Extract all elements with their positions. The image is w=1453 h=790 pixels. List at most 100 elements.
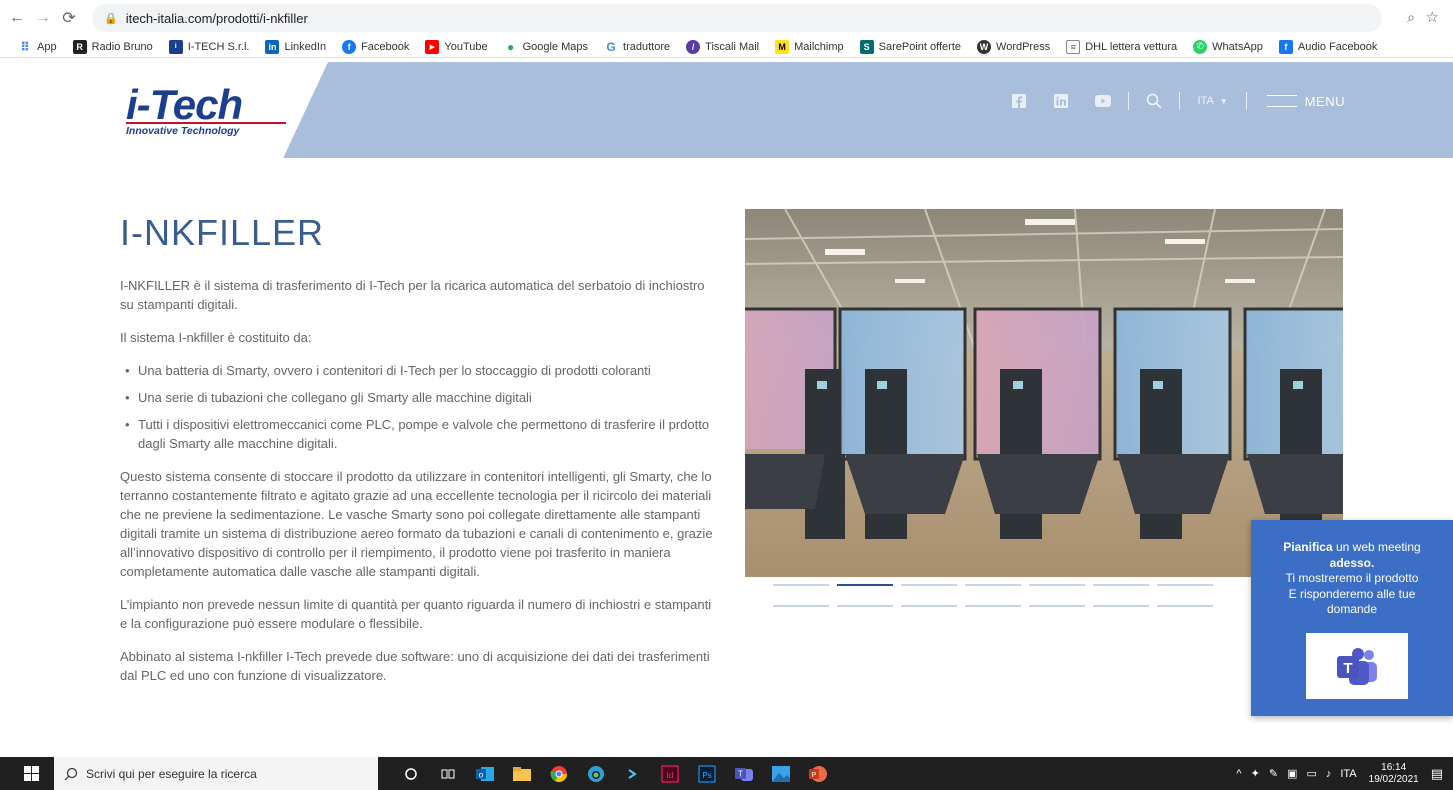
- bookmark-google-maps[interactable]: ● Google Maps: [504, 40, 588, 54]
- back-icon[interactable]: ←: [6, 7, 28, 29]
- header-tools: ITA ▼ MENU: [998, 92, 1346, 110]
- notification-icon[interactable]: ▤: [1431, 766, 1443, 782]
- star-icon[interactable]: ☆: [1426, 8, 1439, 26]
- bookmark-dhl[interactable]: ≡ DHL lettera vettura: [1066, 39, 1177, 54]
- youtube-icon[interactable]: [1094, 93, 1111, 109]
- reload-icon[interactable]: ⟳: [58, 7, 80, 29]
- outlook-icon[interactable]: o: [466, 757, 503, 790]
- bookmark-wordpress[interactable]: W WordPress: [977, 39, 1050, 54]
- bookmark-sarepoint[interactable]: S SarePoint offerte: [859, 39, 961, 54]
- search-icon[interactable]: [1146, 93, 1162, 109]
- chrome-icon[interactable]: [540, 757, 577, 790]
- list-item: Tutti i dispositivi elettromeccanici com…: [120, 415, 720, 453]
- system-paragraph: Questo sistema consente di stoccare il p…: [120, 469, 713, 579]
- carousel-dot-active[interactable]: [837, 584, 893, 586]
- bookmark-tiscali[interactable]: / Tiscali Mail: [686, 39, 759, 54]
- task-view-icon[interactable]: [429, 757, 466, 790]
- carousel-dot[interactable]: [1029, 584, 1085, 586]
- apps-grid-icon: ⠿: [20, 39, 30, 54]
- clock[interactable]: 16:14 19/02/2021: [1369, 762, 1419, 786]
- youtube-icon: ▶: [425, 39, 440, 54]
- browser-toolbar: ← → ⟳ 🔒 itech-italia.com/prodotti/i-nkfi…: [0, 0, 1453, 36]
- terminal-icon[interactable]: [614, 757, 651, 790]
- bookmark-mailchimp[interactable]: M Mailchimp: [775, 39, 844, 54]
- bookmark-youtube[interactable]: ▶ YouTube: [425, 39, 488, 54]
- mailchimp-icon: M: [775, 39, 790, 54]
- itech-icon: i: [168, 39, 183, 54]
- facebook-icon[interactable]: [1011, 93, 1027, 109]
- carousel-dot[interactable]: [773, 605, 829, 607]
- bookmark-facebook[interactable]: f Facebook: [342, 39, 409, 54]
- chevron-up-icon[interactable]: ^: [1236, 768, 1241, 780]
- indicator-row: [773, 605, 1293, 607]
- wordpress-icon: W: [977, 39, 992, 54]
- carousel-dot[interactable]: [1093, 605, 1149, 607]
- carousel-dot[interactable]: [965, 584, 1021, 586]
- system-tray: ^ ✦ ✎ ▣ ▭ ♪ ITA 16:14 19/02/2021 ▤: [1236, 757, 1443, 790]
- edge-icon[interactable]: [577, 757, 614, 790]
- battery-icon[interactable]: ▭: [1306, 767, 1316, 780]
- teams-button[interactable]: T: [1306, 633, 1408, 699]
- bookmark-linkedin[interactable]: in LinkedIn: [265, 39, 326, 54]
- product-description: I-NKFILLER I-NKFILLER è il sistema di tr…: [120, 212, 720, 699]
- bookmark-whatsapp[interactable]: ✆ WhatsApp: [1193, 39, 1263, 54]
- tiscali-icon: /: [686, 39, 701, 54]
- powerpoint-icon[interactable]: P: [799, 757, 836, 790]
- divider: [1245, 92, 1247, 110]
- document-icon: ≡: [1066, 39, 1081, 54]
- bookmark-audio-facebook[interactable]: f Audio Facebook: [1278, 39, 1377, 54]
- network-icon[interactable]: ▣: [1287, 767, 1297, 780]
- cortana-icon[interactable]: [392, 757, 429, 790]
- hamburger-icon: [1266, 95, 1297, 107]
- google-icon: G: [606, 39, 616, 54]
- language-selector[interactable]: ITA ▼: [1198, 95, 1228, 107]
- dropbox-icon[interactable]: ✦: [1251, 767, 1260, 780]
- teams-icon[interactable]: T: [725, 757, 762, 790]
- bookmarks-bar: ⠿ App R Radio Bruno i I-TECH S.r.l. in Linke…: [0, 36, 1453, 58]
- carousel-dot[interactable]: [901, 584, 957, 586]
- logo-underline: [126, 122, 286, 124]
- whatsapp-icon: ✆: [1193, 39, 1208, 54]
- divider: [1178, 92, 1180, 110]
- taskbar-apps: o Id Ps T P: [392, 757, 836, 790]
- widget-line-4: E risponderemo alle tue: [1288, 586, 1416, 601]
- logo[interactable]: i-Tech: [126, 84, 243, 126]
- photoshop-icon[interactable]: Ps: [688, 757, 725, 790]
- components-list: Una batteria di Smarty, ovvero i conteni…: [120, 361, 720, 453]
- list-item: Una batteria di Smarty, ovvero i conteni…: [120, 361, 720, 380]
- zoom-icon[interactable]: ⌕: [1407, 9, 1415, 26]
- linkedin-icon: in: [265, 39, 280, 54]
- svg-text:Id: Id: [666, 771, 673, 780]
- windows-taskbar: Scrivi qui per eseguire la ricerca o Id …: [0, 757, 1453, 790]
- bookmark-apps[interactable]: ⠿ App: [18, 39, 56, 54]
- carousel-dot[interactable]: [1093, 584, 1149, 586]
- taskbar-search[interactable]: Scrivi qui per eseguire la ricerca: [54, 757, 378, 790]
- linkedin-icon[interactable]: [1053, 93, 1069, 109]
- carousel-dot[interactable]: [901, 605, 957, 607]
- indesign-icon[interactable]: Id: [651, 757, 688, 790]
- address-bar[interactable]: 🔒 itech-italia.com/prodotti/i-nkfiller: [92, 4, 1382, 32]
- carousel-indicators: [773, 584, 1293, 626]
- lock-icon: 🔒: [104, 12, 118, 25]
- photos-icon[interactable]: [762, 757, 799, 790]
- carousel-dot[interactable]: [1157, 584, 1213, 586]
- teams-icon: T: [1337, 648, 1377, 685]
- facebook-icon: f: [342, 39, 357, 54]
- windows-start-icon[interactable]: [16, 757, 46, 790]
- carousel-dot[interactable]: [773, 584, 829, 586]
- carousel-dot[interactable]: [1029, 605, 1085, 607]
- intro-paragraph: I-NKFILLER è il sistema di trasferimento…: [120, 278, 705, 312]
- carousel-dot[interactable]: [837, 605, 893, 607]
- bookmark-itech[interactable]: i I-TECH S.r.l.: [168, 39, 249, 54]
- speaker-icon[interactable]: ♪: [1326, 768, 1332, 780]
- language-indicator[interactable]: ITA: [1340, 768, 1356, 780]
- menu-button[interactable]: MENU: [1266, 94, 1345, 109]
- bookmark-traduttore[interactable]: Gtraduttore: [604, 40, 670, 54]
- forward-icon[interactable]: →: [32, 7, 54, 29]
- bookmark-radio-bruno[interactable]: R Radio Bruno: [72, 39, 153, 54]
- carousel-dot[interactable]: [1157, 605, 1213, 607]
- pen-icon[interactable]: ✎: [1269, 767, 1278, 780]
- carousel-dot[interactable]: [965, 605, 1021, 607]
- web-meeting-widget[interactable]: Pianifica un web meeting adesso. Ti most…: [1251, 520, 1453, 716]
- file-explorer-icon[interactable]: [503, 757, 540, 790]
